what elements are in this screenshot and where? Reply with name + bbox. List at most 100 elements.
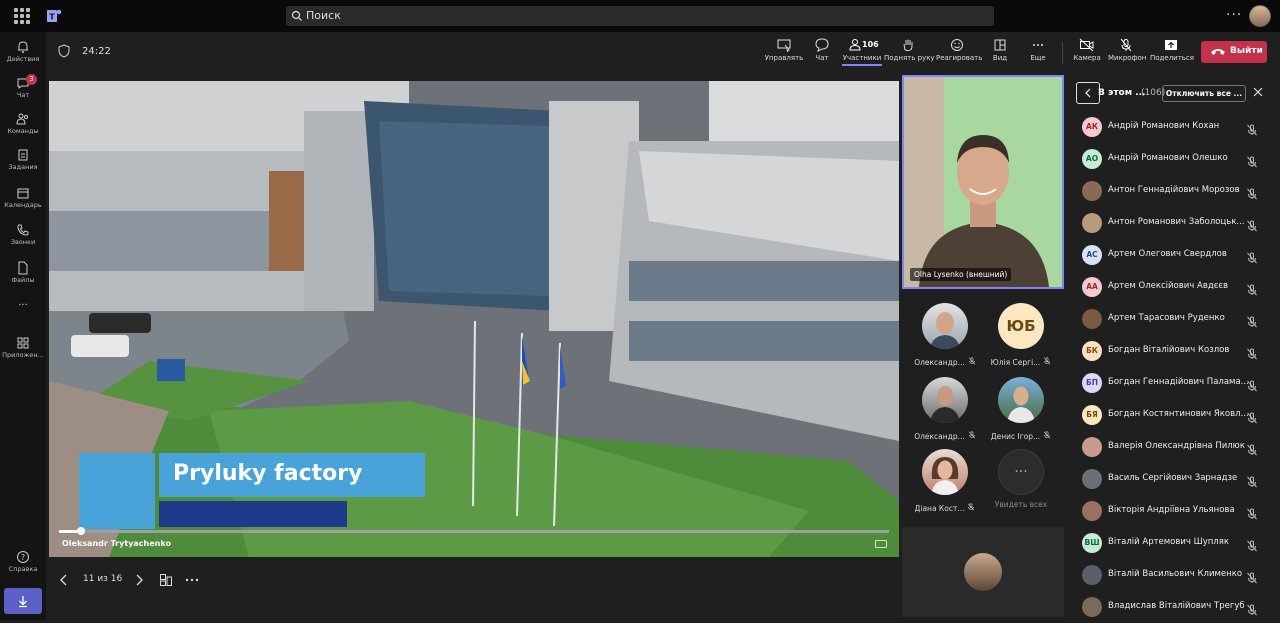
participant-row[interactable]: Вікторія Андріївна Ульянова [1068,495,1280,527]
video-progress-bar[interactable] [59,527,889,535]
download-button[interactable] [4,588,42,614]
user-avatar[interactable] [1249,5,1271,27]
participant-row[interactable]: АО Андрій Романович Олешко [1068,143,1280,175]
raise-hand-button[interactable]: Поднять руку [884,38,935,68]
search-icon [291,10,302,21]
tile-name: Денис Ігор... [990,431,1041,441]
previous-slide-icon[interactable] [59,574,69,586]
more-options-icon[interactable]: ··· [1226,7,1242,23]
participant-avatar [1082,469,1102,489]
participant-row[interactable]: Владислав Віталійович Трегуб [1068,591,1280,623]
rail-item-calendar[interactable]: Календарь [0,182,46,218]
rail-item-calls[interactable]: Звонки [0,219,46,255]
teams-logo-icon: T [47,9,62,22]
rail-item-apps[interactable]: Приложен... [0,332,46,368]
participant-tile[interactable]: ЮБ Юлія Сергі... [984,303,1058,369]
participant-row[interactable]: АА Артем Олексійович Авдєєв [1068,271,1280,303]
control-label: Поделиться [1150,54,1194,62]
participant-name: Василь Сергійович Зарнадзе [1108,473,1238,483]
shared-content-stage[interactable]: Pryluky factory Oleksandr Trytyachenko [49,81,899,557]
participant-row[interactable]: Артем Тарасович Руденко [1068,303,1280,335]
participant-row[interactable]: БК Богдан Віталійович Козлов [1068,335,1280,367]
participant-row[interactable]: ВШ Віталій Артемович Шупляк [1068,527,1280,559]
mute-all-button[interactable]: Отключить все ... [1162,85,1246,102]
slide-grid-icon[interactable] [159,573,173,587]
self-video-preview[interactable] [902,527,1064,617]
participant-row[interactable]: Антон Романович Заболоцьк... [1068,207,1280,239]
see-all-tile[interactable]: ··· Увидеть всех [984,449,1058,515]
participant-row[interactable]: АК Андрій Романович Кохан [1068,111,1280,143]
control-label: Участники [842,54,882,66]
mic-button[interactable]: Микрофон [1108,38,1146,68]
rail-item-help[interactable]: ? Справка [0,546,46,582]
search-placeholder: Поиск [306,9,341,22]
more-icon[interactable] [185,577,199,583]
participant-row[interactable]: Василь Сергійович Зарнадзе [1068,463,1280,495]
next-slide-icon[interactable] [134,574,144,586]
mic-off-icon [1246,281,1258,300]
rail-item-files[interactable]: Файлы [0,257,46,293]
participants-panel: В этом ... (106) Отключить все ... АК Анд… [1068,75,1280,620]
leave-button[interactable]: Выйти [1201,41,1267,63]
participant-row[interactable]: БП Богдан Геннадійович Палама... [1068,367,1280,399]
participant-avatar: АА [1082,277,1102,297]
participant-name: Богдан Геннадійович Палама... [1108,377,1249,387]
mic-off-icon [1246,505,1258,524]
participant-avatar: ВШ [1082,533,1102,553]
tile-name: Діана Кост... [914,503,965,513]
toolbar-divider [1062,42,1063,64]
participant-avatar [1082,213,1102,233]
participant-row[interactable]: БЯ Богдан Костянтинович Яковл... [1068,399,1280,431]
tile-name: Юлія Сергі... [990,357,1041,367]
more-actions-button[interactable]: Еще [1026,38,1050,68]
participant-photo [922,449,968,495]
rail-item-teams[interactable]: Команды [0,108,46,144]
control-label: Реагировать [936,54,983,62]
captions-icon[interactable] [875,540,887,548]
rail-item-label: Календарь [4,201,42,209]
meeting-timer: 24:22 [82,46,111,57]
react-button[interactable]: Реагировать [936,38,983,68]
participant-row[interactable]: Антон Геннадійович Морозов [1068,175,1280,207]
participant-tile[interactable]: Діана Кост... [908,449,982,515]
participant-name: Валерія Олександрівна Пилюк [1108,441,1245,451]
rail-item-assignments[interactable]: Задания [0,144,46,180]
view-button[interactable]: Вид [988,38,1012,68]
participant-row[interactable]: Віталій Васильович Клименко [1068,559,1280,591]
avatar-face [930,312,960,349]
speaker-video-frame [904,77,1062,287]
participant-name: Віталій Артемович Шупляк [1108,537,1229,547]
active-speaker-video[interactable]: Olha Lysenko (внешний) [902,75,1064,289]
participant-avatar [1082,437,1102,457]
video-progress-handle[interactable] [76,527,85,535]
app-launcher-icon[interactable] [14,8,30,24]
mic-off-icon [1120,38,1132,52]
rail-item-activity[interactable]: Действия [0,36,46,72]
slide-navigation: 11 из 16 [49,568,349,592]
back-button[interactable] [1076,82,1100,104]
rail-item-more[interactable]: ··· [0,300,46,336]
camera-button[interactable]: Камера [1072,38,1102,68]
participant-row[interactable]: Валерія Олександрівна Пилюк [1068,431,1280,463]
camera-off-icon [1079,38,1094,52]
self-avatar [964,553,1002,591]
participant-name: Андрій Романович Кохан [1108,121,1220,131]
chevron-left-icon [1085,88,1091,98]
rail-item-chat[interactable]: 3 Чат [0,72,46,108]
share-button[interactable]: Поделиться [1150,38,1194,68]
control-button[interactable]: Управлять [764,38,804,68]
search-input[interactable]: Поиск [286,6,994,26]
participant-name: Артем Олексійович Авдєєв [1108,281,1229,291]
bell-icon [18,41,28,53]
participant-name: Вікторія Андріївна Ульянова [1108,505,1235,515]
mic-off-icon [1246,569,1258,588]
participant-tile[interactable]: Денис Ігор... [984,377,1058,443]
chat-button[interactable]: Чат [810,38,834,68]
participant-row[interactable]: АС Артем Олегович Свердлов [1068,239,1280,271]
participant-avatar: АК [1082,117,1102,137]
participant-tile[interactable]: Олександр... [908,377,982,443]
participant-tile[interactable]: Олександр... [908,303,982,369]
participant-avatar: БЯ [1082,405,1102,425]
close-icon[interactable] [1252,86,1264,98]
participants-button[interactable]: 106 Участники [842,38,882,68]
